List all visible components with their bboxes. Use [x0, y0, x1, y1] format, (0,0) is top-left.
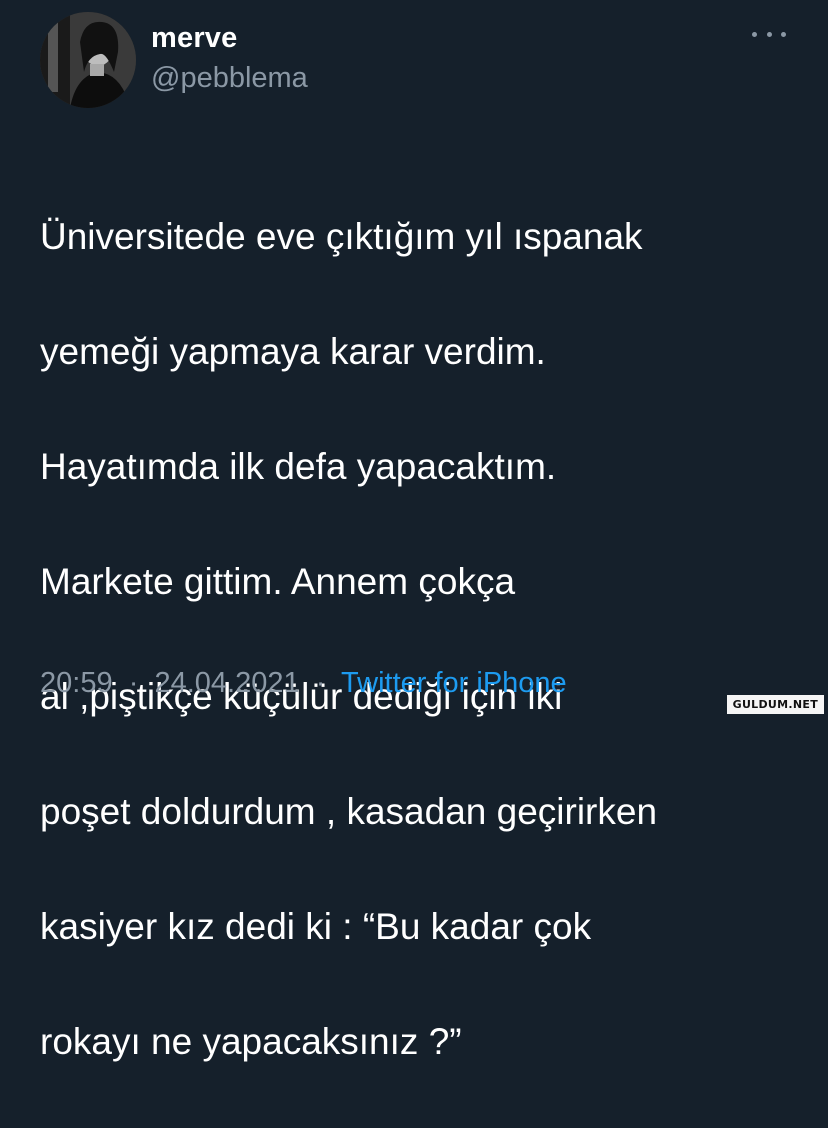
tweet-text-line: kasiyer kız dedi ki : “Bu kadar çok: [40, 905, 592, 947]
tweet-text-line: Üniversitede eve çıktığım yıl ıspanak: [40, 215, 643, 257]
meta-separator: ·: [120, 667, 147, 699]
tweet-text-line: poşet doldurdum , kasadan geçirirken: [40, 790, 658, 832]
more-horizontal-icon[interactable]: [752, 24, 786, 44]
tweet-text-line: yemeği yapmaya karar verdim.: [40, 330, 546, 372]
author-handle[interactable]: @pebblema: [151, 62, 308, 95]
meta-separator: ·: [307, 667, 334, 699]
tweet-text: Üniversitede eve çıktığım yıl ıspanak ye…: [40, 150, 800, 1128]
tweet-source-link[interactable]: Twitter for iPhone: [341, 667, 567, 699]
profile-photo-icon: [40, 12, 136, 108]
author-display-name[interactable]: merve: [151, 22, 237, 55]
tweet-date[interactable]: 24.04.2021: [154, 667, 299, 699]
more-dot: [752, 31, 757, 37]
tweet-text-line: rokayı ne yapacaksınız ?”: [40, 1020, 462, 1062]
more-dot: [781, 31, 786, 37]
tweet-time[interactable]: 20:59: [40, 667, 113, 699]
tweet-meta: 20:59 · 24.04.2021 · Twitter for iPhone: [40, 667, 567, 700]
tweet-text-line: Hayatımda ilk defa yapacaktım.: [40, 445, 557, 487]
avatar[interactable]: [40, 12, 136, 108]
watermark: GULDUM.NET: [726, 695, 824, 714]
more-dot: [766, 31, 772, 37]
tweet-text-line: Markete gittim. Annem çokça: [40, 560, 516, 602]
